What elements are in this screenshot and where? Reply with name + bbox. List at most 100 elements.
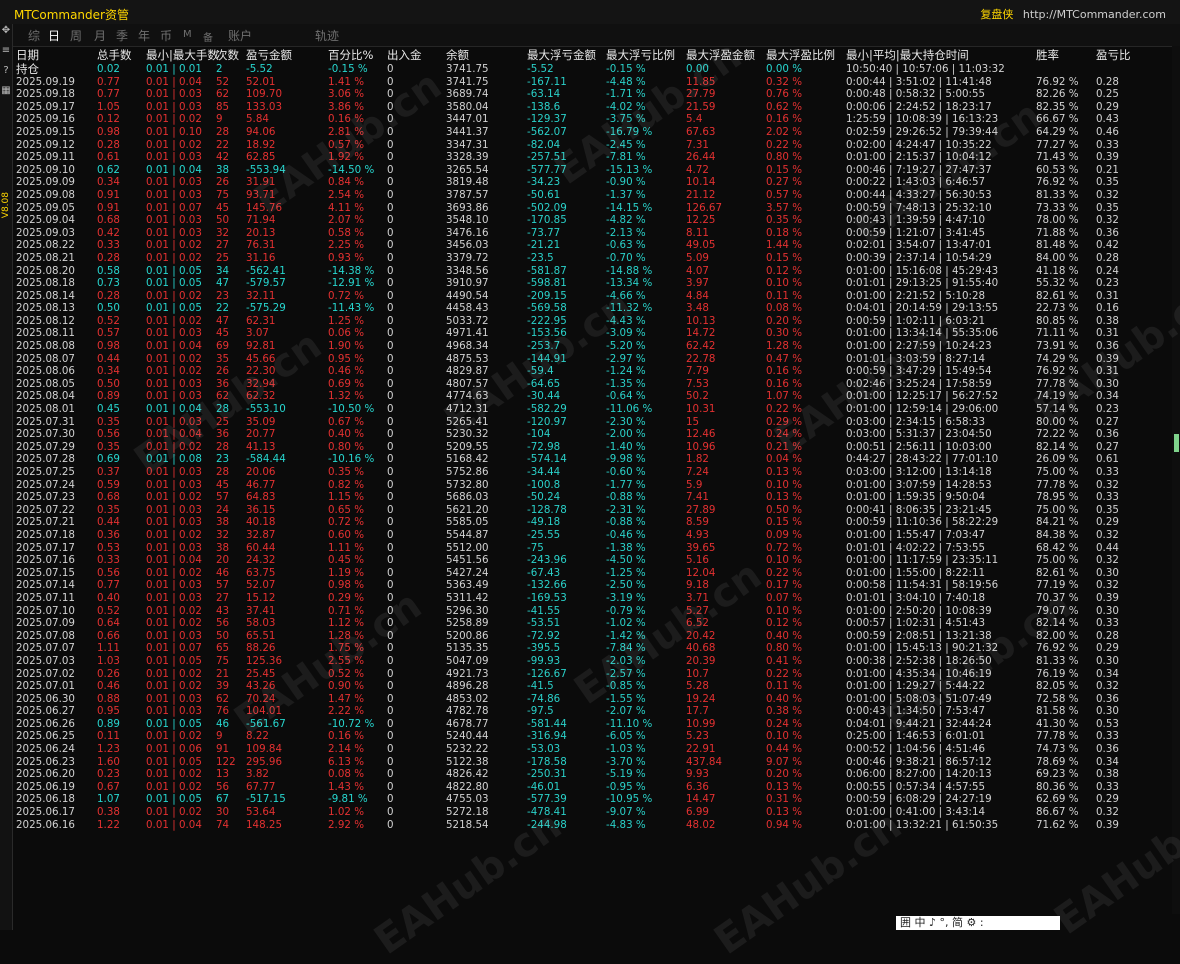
tab-5[interactable]: 年 — [138, 27, 150, 44]
table-row[interactable]: 2025.06.26 0.89 0.01 | 0.05 46 -561.67 -10.72… — [16, 718, 1170, 731]
table-row[interactable]: 2025.08.08 0.98 0.01 | 0.04 69 92.81 1.90 % 0 4… — [16, 340, 1170, 353]
table-row[interactable]: 2025.09.05 0.91 0.01 | 0.07 45 145.76 4.11 % 0… — [16, 202, 1170, 215]
table-row[interactable]: 2025.07.17 0.53 0.01 | 0.03 38 60.44 1.11 % 0 5… — [16, 542, 1170, 555]
grid-icon[interactable]: ▦ — [0, 84, 12, 98]
table-row[interactable]: 2025.07.31 0.35 0.01 | 0.03 25 35.09 0.67 % 0 5… — [16, 416, 1170, 429]
table-row[interactable]: 2025.09.10 0.62 0.01 | 0.04 38 -553.94 -14.50… — [16, 164, 1170, 177]
table-row[interactable]: 2025.08.14 0.28 0.01 | 0.02 23 32.11 0.72 % 0 4… — [16, 290, 1170, 303]
column-header[interactable]: 胜率 — [1036, 48, 1059, 63]
tab-6[interactable]: 币 — [160, 27, 172, 44]
table-row[interactable]: 2025.08.07 0.44 0.01 | 0.02 35 45.66 0.95 % 0 4… — [16, 353, 1170, 366]
cell-dt: 2025.07.30 — [16, 428, 75, 441]
table-row[interactable]: 2025.09.16 0.12 0.01 | 0.02 9 5.84 0.16 % 0 344… — [16, 113, 1170, 126]
tab-8[interactable]: 备 — [203, 29, 213, 44]
cell-fg: 12.46 — [686, 428, 716, 441]
column-header[interactable]: 最小|平均|最大持仓时间 — [846, 48, 969, 63]
tab-7[interactable]: M — [183, 29, 192, 40]
table-row[interactable]: 2025.06.27 0.95 0.01 | 0.03 76 104.01 2.22 % 0… — [16, 705, 1170, 718]
table-row[interactable]: 2025.07.22 0.35 0.01 | 0.03 24 36.15 0.65 % 0 5… — [16, 504, 1170, 517]
table-row[interactable]: 2025.07.02 0.26 0.01 | 0.02 21 25.45 0.52 % 0 4… — [16, 668, 1170, 681]
table-row[interactable]: 2025.07.10 0.52 0.01 | 0.02 43 37.41 0.71 % 0 5… — [16, 605, 1170, 618]
tab-0[interactable]: 综 — [28, 27, 40, 44]
column-header[interactable]: 出入金 — [387, 48, 422, 63]
table-row[interactable]: 2025.09.17 1.05 0.01 | 0.03 85 133.03 3.86 % 0… — [16, 101, 1170, 114]
column-header[interactable]: 总手数 — [97, 48, 132, 63]
table-row[interactable]: 2025.07.29 0.35 0.01 | 0.02 28 41.13 0.80 % 0 5… — [16, 441, 1170, 454]
table-row[interactable]: 2025.06.20 0.23 0.01 | 0.02 13 3.82 0.08 % 0 48… — [16, 768, 1170, 781]
table-row[interactable]: 2025.06.19 0.67 0.01 | 0.02 56 67.77 1.43 % 0 4… — [16, 781, 1170, 794]
table-row[interactable]: 2025.07.14 0.77 0.01 | 0.03 57 52.07 0.98 % 0 5… — [16, 579, 1170, 592]
table-row[interactable]: 2025.09.18 0.77 0.01 | 0.03 62 109.70 3.06 % 0… — [16, 88, 1170, 101]
table-row[interactable]: 2025.06.18 1.07 0.01 | 0.05 67 -517.15 -9.81 … — [16, 793, 1170, 806]
table-row[interactable]: 2025.09.03 0.42 0.01 | 0.03 32 20.13 0.58 % 0 3… — [16, 227, 1170, 240]
table-row[interactable]: 2025.07.16 0.33 0.01 | 0.04 20 24.32 0.45 % 0 5… — [16, 554, 1170, 567]
table-row[interactable]: 2025.09.11 0.61 0.01 | 0.03 42 62.85 1.92 % 0 3… — [16, 151, 1170, 164]
table-row[interactable]: 2025.08.04 0.89 0.01 | 0.03 62 62.32 1.32 % 0 4… — [16, 390, 1170, 403]
table-row[interactable]: 2025.07.01 0.46 0.01 | 0.02 39 43.26 0.90 % 0 4… — [16, 680, 1170, 693]
holding-row[interactable]: 持仓 0.02 0.01 | 0.01 2 -5.52 -0.15 % 0 3741.75 -5… — [16, 63, 1170, 76]
tab-9[interactable]: 账户 — [228, 27, 252, 44]
column-header[interactable]: 盈亏金额 — [246, 48, 292, 63]
list-icon[interactable]: ≡ — [0, 44, 12, 58]
table-row[interactable]: 2025.07.09 0.64 0.01 | 0.02 56 58.03 1.12 % 0 5… — [16, 617, 1170, 630]
column-header[interactable]: 最大浮亏比例 — [606, 48, 675, 63]
table-row[interactable]: 2025.07.30 0.56 0.01 | 0.04 36 20.77 0.40 % 0 5… — [16, 428, 1170, 441]
table-row[interactable]: 2025.07.08 0.66 0.01 | 0.03 50 65.51 1.28 % 0 5… — [16, 630, 1170, 643]
table-row[interactable]: 2025.07.23 0.68 0.01 | 0.02 57 64.83 1.15 % 0 5… — [16, 491, 1170, 504]
table-row[interactable]: 2025.07.25 0.37 0.01 | 0.03 28 20.06 0.35 % 0 5… — [16, 466, 1170, 479]
website-link[interactable]: http://MTCommander.com — [1023, 8, 1166, 21]
column-header[interactable]: 最大浮亏金额 — [527, 48, 596, 63]
tab-4[interactable]: 季 — [116, 27, 128, 44]
table-row[interactable]: 2025.06.30 0.88 0.01 | 0.03 62 70.24 1.47 % 0 4… — [16, 693, 1170, 706]
column-header[interactable]: 盈亏比 — [1096, 48, 1131, 63]
help-icon[interactable]: ? — [0, 64, 12, 78]
fupanxia-link[interactable]: 复盘侠 — [980, 8, 1013, 21]
table-row[interactable]: 2025.07.21 0.44 0.01 | 0.03 38 40.18 0.72 % 0 5… — [16, 516, 1170, 529]
table-row[interactable]: 2025.09.09 0.34 0.01 | 0.03 26 31.91 0.84 % 0 3… — [16, 176, 1170, 189]
table-row[interactable]: 2025.07.15 0.56 0.01 | 0.02 46 63.75 1.19 % 0 5… — [16, 567, 1170, 580]
table-row[interactable]: 2025.07.18 0.36 0.01 | 0.02 32 32.87 0.60 % 0 5… — [16, 529, 1170, 542]
scroll-handle[interactable] — [1174, 434, 1179, 452]
table-row[interactable]: 2025.08.20 0.58 0.01 | 0.05 34 -562.41 -14.38… — [16, 265, 1170, 278]
column-header[interactable]: 余额 — [446, 48, 469, 63]
table-row[interactable]: 2025.08.18 0.73 0.01 | 0.05 47 -579.57 -12.91… — [16, 277, 1170, 290]
table-row[interactable]: 2025.09.19 0.77 0.01 | 0.04 52 52.01 1.41 % 0 3… — [16, 76, 1170, 89]
table-row[interactable]: 2025.06.17 0.38 0.01 | 0.02 30 53.64 1.02 % 0 5… — [16, 806, 1170, 819]
tab-10[interactable]: 轨迹 — [315, 27, 339, 44]
table-row[interactable]: 2025.08.21 0.28 0.01 | 0.02 25 31.16 0.93 % 0 3… — [16, 252, 1170, 265]
tab-3[interactable]: 月 — [94, 27, 106, 44]
column-header[interactable]: 最大浮盈金额 — [686, 48, 755, 63]
table-row[interactable]: 2025.06.16 1.22 0.01 | 0.04 74 148.25 2.92 % 0… — [16, 819, 1170, 832]
column-header[interactable]: 最大浮盈比例 — [766, 48, 835, 63]
table-row[interactable]: 2025.09.12 0.28 0.01 | 0.02 22 18.92 0.57 % 0 3… — [16, 139, 1170, 152]
table-row[interactable]: 2025.06.23 1.60 0.01 | 0.05 122 295.96 6.13 %… — [16, 756, 1170, 769]
cell-fl: -562.07 — [527, 125, 567, 138]
table-row[interactable]: 2025.08.06 0.34 0.01 | 0.02 26 22.30 0.46 % 0 4… — [16, 365, 1170, 378]
table-row[interactable]: 2025.08.01 0.45 0.01 | 0.04 28 -553.10 -10.50… — [16, 403, 1170, 416]
cell-pct: 0.60 % — [328, 528, 364, 541]
cell-bal: 5512.00 — [446, 541, 489, 554]
tab-1[interactable]: 日 — [48, 27, 60, 44]
table-row[interactable]: 2025.08.05 0.50 0.01 | 0.03 36 32.94 0.69 % 0 4… — [16, 378, 1170, 391]
table-row[interactable]: 2025.07.24 0.59 0.01 | 0.03 45 46.77 0.82 % 0 5… — [16, 479, 1170, 492]
tab-2[interactable]: 周 — [70, 27, 82, 44]
table-row[interactable]: 2025.08.22 0.33 0.01 | 0.02 27 76.31 2.25 % 0 3… — [16, 239, 1170, 252]
table-row[interactable]: 2025.06.25 0.11 0.01 | 0.02 9 8.22 0.16 % 0 524… — [16, 730, 1170, 743]
move-icon[interactable]: ✥ — [0, 24, 12, 38]
table-row[interactable]: 2025.06.24 1.23 0.01 | 0.06 91 109.84 2.14 % 0… — [16, 743, 1170, 756]
column-header[interactable]: 日期 — [16, 48, 39, 63]
cell-dep: 0 — [387, 340, 394, 353]
column-header[interactable]: 百分比% — [328, 48, 373, 63]
table-row[interactable]: 2025.08.11 0.57 0.01 | 0.03 45 3.07 0.06 % 0 49… — [16, 327, 1170, 340]
table-row[interactable]: 2025.07.28 0.69 0.01 | 0.08 23 -584.44 -10.16… — [16, 453, 1170, 466]
table-row[interactable]: 2025.09.04 0.68 0.01 | 0.03 50 71.94 2.07 % 0 3… — [16, 214, 1170, 227]
table-row[interactable]: 2025.08.12 0.52 0.01 | 0.02 47 62.31 1.25 % 0 5… — [16, 315, 1170, 328]
column-header[interactable]: 最小|最大手数 — [146, 48, 219, 63]
table-row[interactable]: 2025.07.07 1.11 0.01 | 0.07 65 88.26 1.75 % 0 5… — [16, 642, 1170, 655]
column-header[interactable]: 次数 — [216, 48, 239, 63]
table-row[interactable]: 2025.07.03 1.03 0.01 | 0.05 75 125.36 2.55 % 0… — [16, 655, 1170, 668]
table-row[interactable]: 2025.07.11 0.40 0.01 | 0.03 27 15.12 0.29 % 0 5… — [16, 592, 1170, 605]
table-row[interactable]: 2025.09.15 0.98 0.01 | 0.10 28 94.06 2.81 % 0 3… — [16, 126, 1170, 139]
table-row[interactable]: 2025.08.13 0.50 0.01 | 0.05 22 -575.29 -11.43… — [16, 302, 1170, 315]
table-row[interactable]: 2025.09.08 0.91 0.01 | 0.03 75 93.71 2.54 % 0 3… — [16, 189, 1170, 202]
